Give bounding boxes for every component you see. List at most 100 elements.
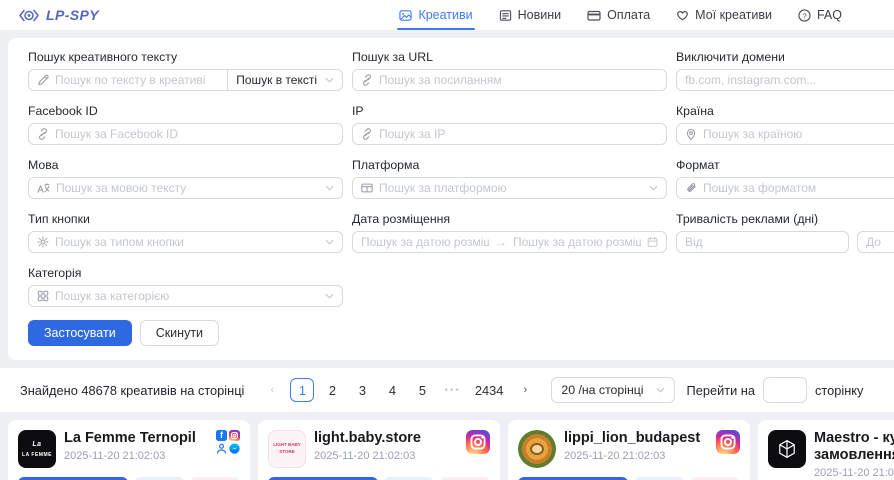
text-search-mode-select[interactable]: Пошук в тексті [228, 69, 343, 91]
nav-tab-my-creatives[interactable]: Мої креативи [676, 0, 772, 30]
nav-tab-news[interactable]: Новини [499, 0, 562, 30]
category-select[interactable] [28, 285, 343, 307]
nav-tab-faq[interactable]: ? FAQ [798, 0, 842, 30]
filter-field-url: Пошук за URL [352, 50, 667, 91]
duration-to-field[interactable] [866, 232, 894, 252]
category-field[interactable] [55, 286, 319, 306]
next-page-button[interactable]: › [513, 378, 537, 402]
reset-button[interactable]: Скинути [140, 320, 219, 346]
card-title: Maestro - кухні, меблі на замовлення в У… [814, 430, 894, 464]
apply-button[interactable]: Застосувати [28, 320, 132, 346]
page-button-last[interactable]: 2434 [471, 378, 507, 402]
url-input[interactable] [352, 69, 667, 91]
avatar: LIGHT BABY STORE [268, 430, 306, 468]
instagram-icon [716, 430, 740, 454]
duration-to-input[interactable] [857, 231, 894, 253]
button-type-select[interactable] [28, 231, 343, 253]
page-button-1[interactable]: 1 [290, 378, 314, 402]
messenger-icon [229, 443, 240, 454]
creative-text-field[interactable] [55, 70, 219, 90]
jumper-prefix: Перейти на [687, 383, 755, 398]
chevron-down-icon [325, 77, 334, 83]
language-field[interactable] [56, 178, 319, 198]
ip-field[interactable] [379, 124, 658, 144]
page-size-select[interactable]: 20 /на сторінці [551, 377, 674, 403]
facebook-id-field[interactable] [55, 124, 334, 144]
page-button-2[interactable]: 2 [320, 378, 344, 402]
duration-from-input[interactable] [676, 231, 849, 253]
page-button-3[interactable]: 3 [350, 378, 374, 402]
page-jumper: Перейти на сторінку [687, 377, 864, 403]
creative-card[interactable]: Maestro - кухні, меблі на замовлення в У… [758, 420, 894, 480]
card-title: La Femme Ternopil [64, 430, 208, 447]
facebook-id-input[interactable] [28, 123, 343, 145]
platform-select[interactable] [352, 177, 667, 199]
country-input[interactable] [676, 123, 894, 145]
creative-card[interactable]: LIGHT BABY STORE light.baby.store 2025-1… [258, 420, 500, 480]
arrow-right-icon: → [495, 235, 507, 249]
nav-tab-label: Креативи [418, 8, 472, 22]
instagram-icon [229, 430, 240, 441]
grid-icon [37, 290, 49, 302]
exclude-domains-input[interactable] [676, 69, 894, 91]
nav-tab-payment[interactable]: Оплата [587, 0, 650, 30]
date-to-field[interactable] [513, 232, 641, 252]
filter-field-button-type: Тип кнопки [28, 212, 343, 253]
page-size-value: 20 /на сторінці [561, 383, 643, 397]
brand-name: LP-SPY [46, 7, 99, 23]
brand-logo[interactable]: LP-SPY [18, 7, 99, 23]
date-range-picker[interactable]: → [352, 231, 667, 253]
card-date: 2025-11-20 21:02:03 [564, 450, 708, 462]
field-label: Мова [28, 158, 343, 172]
country-field[interactable] [703, 124, 894, 144]
format-select[interactable] [676, 177, 894, 199]
field-label: Країна [676, 104, 894, 118]
translate-icon [37, 182, 50, 194]
field-label: Виключити домени [676, 50, 894, 64]
avatar [518, 430, 556, 468]
pages-ellipsis[interactable]: ••• [440, 378, 465, 402]
format-field[interactable] [703, 178, 894, 198]
app-header: LP-SPY Креативи Новини [0, 0, 894, 30]
filter-field-duration: Тривалість реклами (дні) [676, 212, 894, 253]
date-from-field[interactable] [361, 232, 489, 252]
results-summary: Знайдено 48678 креативів на сторінці [20, 383, 244, 398]
page-button-5[interactable]: 5 [410, 378, 434, 402]
url-field[interactable] [379, 70, 658, 90]
exclude-domains-field[interactable] [685, 70, 894, 90]
pagination-bar: Знайдено 48678 креативів на сторінці ‹ 1… [0, 368, 894, 412]
nav-tab-label: Оплата [607, 8, 650, 22]
platform-icon [361, 182, 373, 194]
card-title: lippi_lion_budapest [564, 430, 708, 447]
social-icons [716, 430, 740, 454]
chevron-down-icon [656, 387, 665, 393]
social-icons: f [216, 430, 240, 454]
facebook-icon: f [216, 430, 227, 441]
field-label: Платформа [352, 158, 667, 172]
page-button-4[interactable]: 4 [380, 378, 404, 402]
duration-from-field[interactable] [685, 232, 840, 252]
field-label: Дата розміщення [352, 212, 667, 226]
filter-field-date-range: Дата розміщення → [352, 212, 667, 253]
link-icon [361, 74, 373, 86]
svg-text:?: ? [802, 11, 806, 20]
platform-field[interactable] [379, 178, 643, 198]
button-type-field[interactable] [55, 232, 319, 252]
gear-icon [37, 236, 49, 248]
location-pin-icon [685, 128, 697, 141]
prev-page-button[interactable]: ‹ [260, 378, 284, 402]
creative-card[interactable]: lippi_lion_budapest 2025-11-20 21:02:03 … [508, 420, 750, 480]
language-select[interactable] [28, 177, 343, 199]
main-nav: Креативи Новини Оплата [399, 0, 842, 30]
paperclip-icon [685, 182, 697, 194]
nav-tab-creatives[interactable]: Креативи [399, 0, 472, 30]
jump-page-input[interactable] [763, 377, 807, 403]
creative-text-input[interactable] [28, 69, 228, 91]
filter-field-country: Країна [676, 104, 894, 145]
field-label: IP [352, 104, 667, 118]
social-icons [466, 430, 490, 454]
ip-input[interactable] [352, 123, 667, 145]
creative-card[interactable]: LaLA FEMME La Femme Ternopil 2025-11-20 … [8, 420, 250, 480]
filters-panel: Пошук креативного тексту Пошук в тексті [8, 38, 894, 360]
pagination: ‹ 1 2 3 4 5 ••• 2434 › [260, 378, 537, 402]
